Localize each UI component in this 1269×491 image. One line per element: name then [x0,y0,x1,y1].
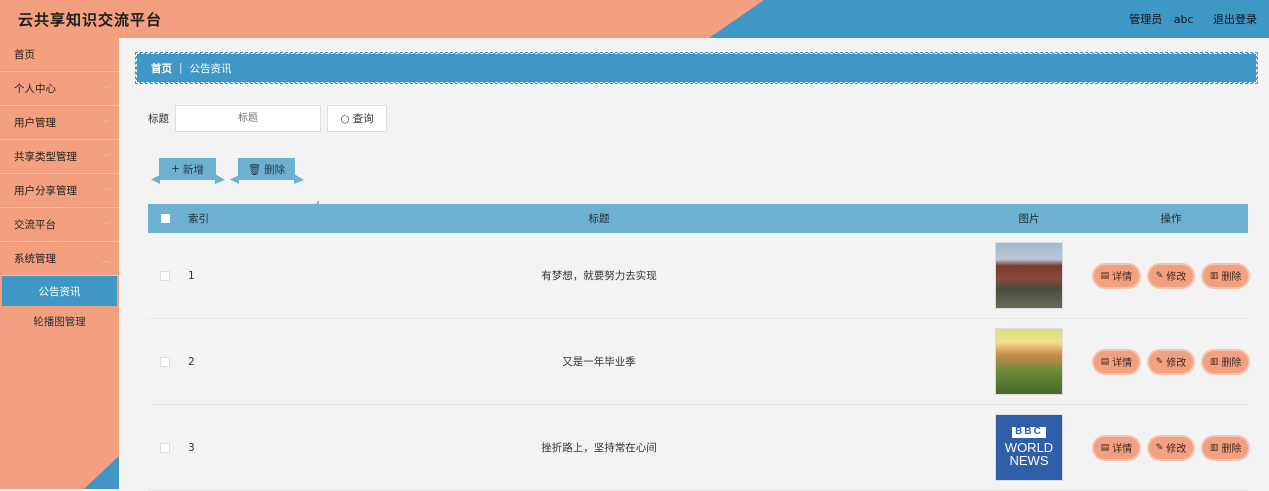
query-button-label: 查询 [352,113,374,125]
sidebar-item-label: 个人中心 [14,83,56,95]
row-title: 又是一年毕业季 [562,356,636,368]
delete-button-label: 删除 [264,163,286,176]
breadcrumb-separator: | [179,62,183,74]
trash-icon: 🗑 [247,163,262,176]
image-text-world: WORLD [1004,439,1054,455]
search-bar: 标题 ○ 查询 [148,105,387,132]
trash-icon: ▥ [1209,442,1219,453]
sidebar-subitem-announcements[interactable]: 公告资讯 [2,276,117,306]
top-header: 云共享知识交流平台 管理员 abc 退出登录 [0,0,1269,38]
edit-button[interactable]: ✎ 修改 [1148,264,1194,287]
header-index: 索引 [188,213,209,225]
row-delete-button[interactable]: ▥ 删除 [1203,350,1249,373]
sidebar-item-user-share-management[interactable]: 用户分享管理 ﹀ [0,174,119,208]
plus-icon: + [171,163,180,175]
edit-button[interactable]: ✎ 修改 [1148,436,1194,459]
table-row: 1 有梦想，就要努力去实现 ▤ 详情 ✎ 修改 ▥ 删除 [148,233,1249,319]
add-button[interactable]: + 新增 [159,158,216,180]
sidebar-item-label: 首页 [14,49,35,61]
sidebar-item-label: 系统管理 [14,253,56,265]
search-input[interactable] [175,105,321,132]
chevron-down-icon: ﹀ [101,86,111,96]
detail-button[interactable]: ▤ 详情 [1094,350,1139,373]
sidebar-item-label: 用户管理 [14,117,56,129]
table-row: 3 挫折路上，坚持常在心间 BBC WORLD NEWS ▤ 详情 ✎ 修改 ▥ 删除 [148,405,1249,491]
pencil-icon: ✎ [1155,270,1164,281]
header-image: 图片 [1018,213,1040,225]
row-checkbox[interactable] [160,442,170,453]
breadcrumb: 首页 | 公告资讯 [135,52,1258,84]
sidebar-item-label: 交流平台 [14,219,56,231]
announcements-table: 索引 标题 图片 操作 1 有梦想，就要努力去实现 ▤ 详情 ✎ 修改 ▥ 删除 2 … [148,204,1249,491]
breadcrumb-current: 公告资讯 [189,62,232,75]
sidebar-item-home[interactable]: 首页 [0,38,119,72]
select-all-checkbox[interactable] [160,214,170,223]
row-index: 2 [188,355,195,368]
sidebar-item-label: 共享类型管理 [14,151,77,163]
row-delete-button[interactable]: ▥ 删除 [1203,436,1249,459]
detail-button[interactable]: ▤ 详情 [1094,436,1139,459]
chevron-down-icon: ﹀ [101,188,111,198]
chevron-up-icon: ︿ [101,256,111,266]
chevron-down-icon: ﹀ [101,222,111,232]
sidebar-corner-decoration [84,455,119,489]
bbc-logo: BBC [1012,427,1046,438]
main-content: 首页 | 公告资讯 标题 ○ 查询 + 新增 🗑 删除 ☝ 索引 标题 图片 操… [119,38,1269,491]
trash-icon: ▥ [1209,270,1219,281]
pencil-icon: ✎ [1155,356,1164,367]
chevron-down-icon: ﹀ [101,154,111,164]
detail-button[interactable]: ▤ 详情 [1094,264,1139,287]
row-title: 挫折路上，坚持常在心间 [541,442,657,454]
row-delete-button[interactable]: ▥ 删除 [1203,264,1249,287]
sidebar-item-share-type-management[interactable]: 共享类型管理 ﹀ [0,140,119,174]
delete-button[interactable]: 🗑 删除 [238,158,295,180]
image-text-news: NEWS [1009,453,1049,469]
document-icon: ▤ [1100,442,1110,453]
header-title: 标题 [588,213,610,225]
add-button-label: 新增 [182,163,204,176]
row-checkbox[interactable] [160,270,170,281]
sidebar-item-label: 用户分享管理 [14,185,77,197]
sidebar: 首页 个人中心 ﹀ 用户管理 ﹀ 共享类型管理 ﹀ 用户分享管理 ﹀ 交流平台 … [0,38,119,489]
query-button[interactable]: ○ 查询 [327,105,387,132]
logout-link[interactable]: 退出登录 [1213,13,1257,26]
pencil-icon: ✎ [1155,442,1164,453]
table-header: 索引 标题 图片 操作 [148,204,1248,233]
app-title: 云共享知识交流平台 [18,11,163,29]
breadcrumb-home[interactable]: 首页 [151,61,172,76]
username: abc [1173,13,1194,26]
sidebar-item-user-management[interactable]: 用户管理 ﹀ [0,106,119,140]
row-image: BBC WORLD NEWS [995,414,1063,481]
search-label: 标题 [148,113,169,125]
header-ops: 操作 [1160,213,1182,225]
chevron-down-icon: ﹀ [101,120,111,130]
document-icon: ▤ [1100,270,1110,281]
row-index: 3 [188,441,195,454]
row-title: 有梦想，就要努力去实现 [541,270,657,282]
sidebar-item-personal-center[interactable]: 个人中心 ﹀ [0,72,119,106]
edit-button[interactable]: ✎ 修改 [1148,350,1194,373]
row-checkbox[interactable] [160,356,170,367]
sidebar-item-system-management[interactable]: 系统管理 ︿ [0,242,119,276]
user-role: 管理员 [1129,13,1163,26]
row-index: 1 [188,269,195,282]
row-image [995,242,1063,309]
table-row: 2 又是一年毕业季 ▤ 详情 ✎ 修改 ▥ 删除 [148,319,1249,405]
header-user-area: 管理员 abc 退出登录 [1121,11,1257,27]
search-icon: ○ [340,112,350,125]
trash-icon: ▥ [1209,356,1219,367]
sidebar-subitem-carousel-management[interactable]: 轮播图管理 [0,306,119,336]
sidebar-item-exchange-platform[interactable]: 交流平台 ﹀ [0,208,119,242]
document-icon: ▤ [1100,356,1110,367]
row-image [995,328,1063,395]
